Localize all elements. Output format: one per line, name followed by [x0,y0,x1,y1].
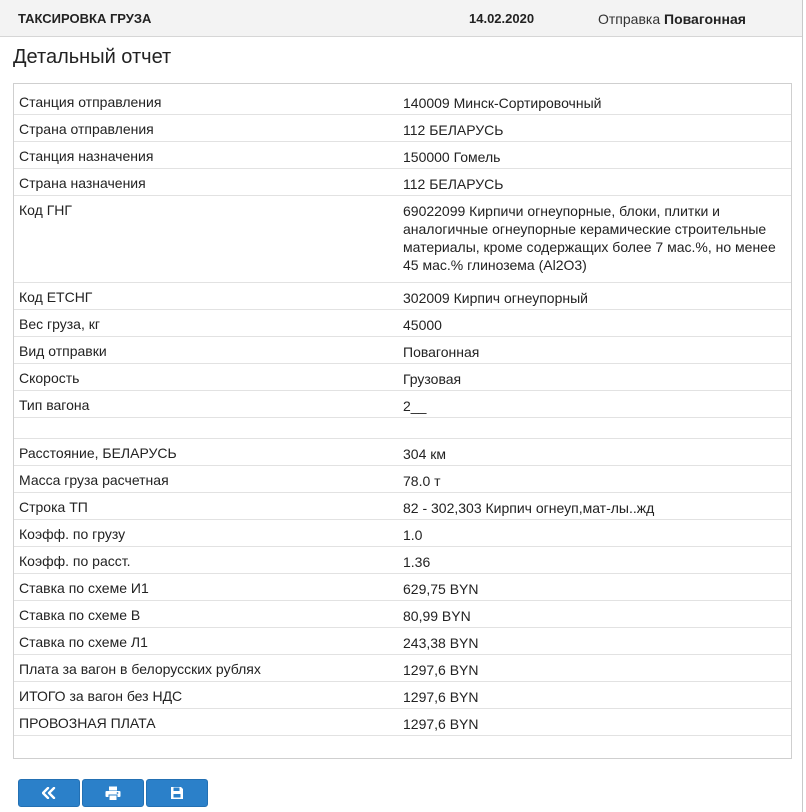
table-row: ПРОВОЗНАЯ ПЛАТА 1297,6 BYN [14,709,791,736]
table-row: Плата за вагон в белорусских рублях 1297… [14,655,791,682]
row-value: 304 км [403,446,446,462]
table-row: Код ЕТСНГ 302009 Кирпич огнеупорный [14,283,791,310]
row-key: Страна отправления [19,121,154,137]
table-row: Строка ТП 82 - 302,303 Кирпич огнеуп,мат… [14,493,791,520]
row-key: Масса груза расчетная [19,472,169,488]
floppy-disk-icon [170,786,184,800]
table-row: Тип вагона 2__ [14,391,791,418]
row-key: Плата за вагон в белорусских рублях [19,661,261,677]
report-window: ТАКСИРОВКА ГРУЗА 14.02.2020 Отправка Пов… [0,0,803,812]
row-key: ИТОГО за вагон без НДС [19,688,183,704]
row-value: 112 БЕЛАРУСЬ [403,122,504,138]
print-button[interactable] [82,779,144,807]
table-row: Коэфф. по грузу 1.0 [14,520,791,547]
row-value: 302009 Кирпич огнеупорный [403,290,588,306]
report-table: Станция отправления 140009 Минск-Сортиро… [13,83,792,759]
row-value: 140009 Минск-Сортировочный [403,95,602,111]
row-value: 80,99 BYN [403,608,471,624]
double-chevron-left-icon [42,787,56,799]
row-value: 1.36 [403,554,431,570]
shipment-type: Отправка Повагонная [598,11,746,27]
table-row: Ставка по схеме В 80,99 BYN [14,601,791,628]
table-row: Масса груза расчетная 78.0 т [14,466,791,493]
row-value: 69022099 Кирпичи огнеупорные, блоки, пли… [403,203,776,273]
header-bar: ТАКСИРОВКА ГРУЗА 14.02.2020 Отправка Пов… [0,0,802,37]
row-value: 1.0 [403,527,423,543]
back-button[interactable] [18,779,80,807]
table-row: Коэфф. по расст. 1.36 [14,547,791,574]
row-key: Строка ТП [19,499,88,515]
row-value: 1297,6 BYN [403,716,479,732]
row-value: 243,38 BYN [403,635,479,651]
table-row: Ставка по схеме Л1 243,38 BYN [14,628,791,655]
row-value: 150000 Гомель [403,149,501,165]
shipment-label: Отправка [598,11,661,27]
shipment-value: Повагонная [664,11,746,27]
table-row: Станция назначения 150000 Гомель [14,142,791,169]
table-row: Ставка по схеме И1 629,75 BYN [14,574,791,601]
row-key: Станция отправления [19,94,162,110]
row-value: Грузовая [403,371,462,387]
row-key: Ставка по схеме Л1 [19,634,148,650]
row-key: Коэфф. по грузу [19,526,126,542]
header-title: ТАКСИРОВКА ГРУЗА [18,11,152,26]
row-value: 1297,6 BYN [403,662,479,678]
row-value: 45000 [403,317,442,333]
row-value: 1297,6 BYN [403,689,479,705]
table-row: ИТОГО за вагон без НДС 1297,6 BYN [14,682,791,709]
table-row: Скорость Грузовая [14,364,791,391]
row-key: Ставка по схеме И1 [19,580,149,596]
row-value: Повагонная [403,344,480,360]
table-row: Вес груза, кг 45000 [14,310,791,337]
row-key: Коэфф. по расст. [19,553,131,569]
row-key: Код ЕТСНГ [19,289,93,305]
table-row: Расстояние, БЕЛАРУСЬ 304 км [14,439,791,466]
row-value: 82 - 302,303 Кирпич огнеуп,мат-лы..жд [403,500,655,516]
row-key: Расстояние, БЕЛАРУСЬ [19,445,177,461]
save-button[interactable] [146,779,208,807]
row-key: Ставка по схеме В [19,607,141,623]
row-value: 112 БЕЛАРУСЬ [403,176,504,192]
row-key: Тип вагона [19,397,90,413]
table-row: Страна назначения 112 БЕЛАРУСЬ [14,169,791,196]
table-row: Станция отправления 140009 Минск-Сортиро… [14,88,791,115]
page-title: Детальный отчет [13,46,172,68]
row-value: 629,75 BYN [403,581,479,597]
table-row: Код ГНГ 69022099 Кирпичи огнеупорные, бл… [14,196,791,283]
row-key: Страна назначения [19,175,146,191]
row-key: Скорость [19,370,80,386]
row-value: 2__ [403,398,427,414]
table-row: Вид отправки Повагонная [14,337,791,364]
row-key: Вес груза, кг [19,316,100,332]
row-key: Код ГНГ [19,202,72,218]
row-key: Станция назначения [19,148,154,164]
printer-icon [105,786,121,801]
table-row: Страна отправления 112 БЕЛАРУСЬ [14,115,791,142]
row-value: 78.0 т [403,473,441,489]
header-date: 14.02.2020 [469,11,535,26]
table-row-spacer [14,418,791,439]
row-key: ПРОВОЗНАЯ ПЛАТА [19,715,156,731]
row-key: Вид отправки [19,343,107,359]
